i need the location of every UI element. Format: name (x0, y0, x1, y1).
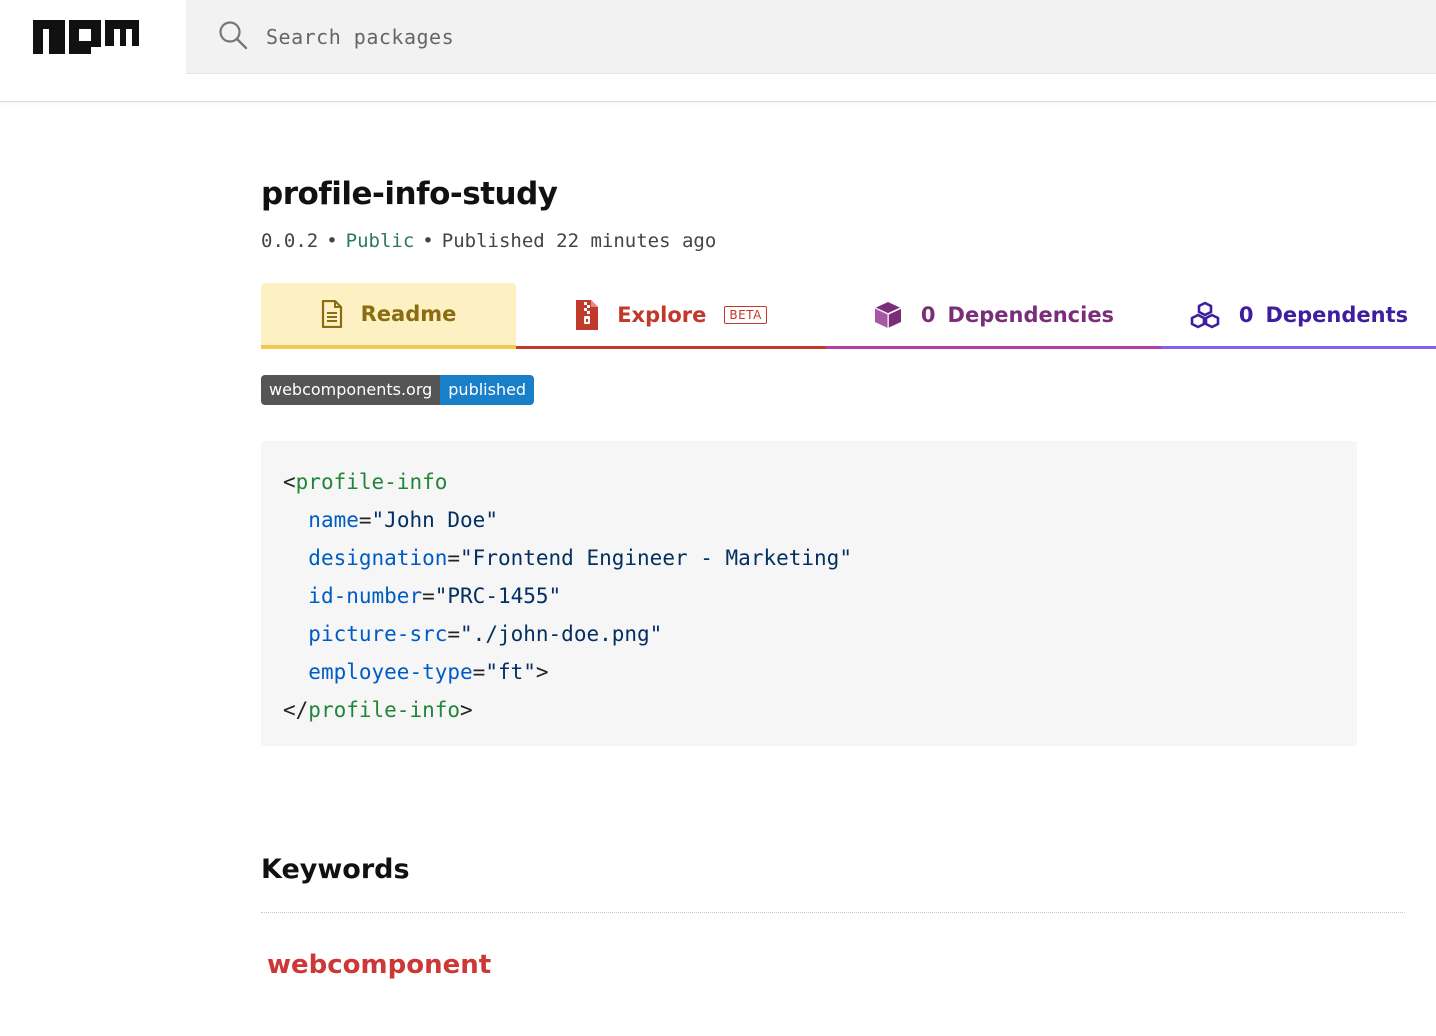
boxes-icon (1190, 301, 1220, 328)
keywords-heading: Keywords (261, 854, 410, 885)
code-line: id-number="PRC-1455" (283, 577, 1335, 615)
tab-dependents[interactable]: 0 Dependents (1161, 283, 1436, 349)
code-token-punc (283, 584, 308, 608)
code-token-attr: name (308, 508, 359, 532)
code-line: </profile-info> (283, 691, 1335, 729)
search-icon (218, 20, 248, 50)
dependencies-count: 0 (920, 302, 936, 327)
package-meta: 0.0.2 • Public • Published 22 minutes ago (261, 230, 716, 252)
file-text-icon (321, 300, 342, 328)
tab-dependencies-label: Dependencies (947, 302, 1115, 327)
box-icon (874, 301, 902, 328)
code-token-punc: = (422, 584, 435, 608)
search-input[interactable] (266, 20, 1066, 54)
code-token-punc: < (283, 470, 296, 494)
code-token-attr: id-number (308, 584, 423, 608)
code-token-str: "Frontend Engineer - Marketing" (460, 546, 852, 570)
code-token-punc (283, 622, 308, 646)
code-token-punc: = (358, 508, 372, 532)
dependents-count: 0 (1238, 302, 1254, 327)
code-token-punc (283, 660, 308, 684)
npm-logo-icon[interactable] (33, 20, 139, 54)
badge-label: webcomponents.org (261, 375, 441, 405)
code-token-attr: employee-type (308, 660, 473, 684)
code-line: employee-type="ft"> (283, 653, 1335, 691)
code-line: <profile-info (283, 463, 1335, 501)
keywords-divider (261, 912, 1405, 913)
code-token-punc: = (472, 660, 486, 684)
code-line: picture-src="./john-doe.png" (283, 615, 1335, 653)
code-token-tag: profile-info (295, 470, 448, 494)
code-token-str: "PRC-1455" (434, 584, 562, 608)
code-line: name="John Doe" (283, 501, 1335, 539)
separator-dot: • (422, 230, 434, 252)
readme-code-block: <profile-info name="John Doe" designatio… (261, 441, 1357, 746)
package-title: profile-info-study (261, 176, 558, 212)
code-token-punc: = (447, 622, 461, 646)
search-bar[interactable] (186, 0, 1436, 74)
zip-file-icon (576, 299, 599, 330)
webcomponents-badge[interactable]: webcomponents.org published (261, 375, 535, 405)
code-token-punc: > (535, 660, 549, 684)
code-token-str: "./john-doe.png" (460, 622, 663, 646)
code-token-punc (283, 508, 308, 532)
code-token-punc: = (447, 546, 461, 570)
badge-status: published (440, 375, 535, 405)
tab-explore[interactable]: Explore BETA (516, 283, 826, 349)
tab-readme-label: Readme (360, 302, 457, 326)
tab-dependents-label: Dependents (1265, 302, 1409, 327)
package-version: 0.0.2 (261, 230, 319, 252)
code-token-punc (283, 546, 308, 570)
package-visibility: Public (345, 230, 415, 252)
package-tabs: Readme Explore BETA 0 Dependencies 0 Dep… (261, 283, 1436, 349)
tab-readme[interactable]: Readme (261, 283, 516, 349)
code-token-tag: profile-info (308, 698, 461, 722)
beta-badge: BETA (724, 305, 767, 324)
code-token-str: "ft" (485, 660, 536, 684)
code-token-attr: picture-src (308, 622, 448, 646)
tab-explore-label: Explore (617, 302, 707, 327)
code-token-attr: designation (308, 546, 448, 570)
separator-dot: • (326, 230, 338, 252)
code-token-str: "John Doe" (371, 508, 498, 532)
code-token-punc: </ (283, 698, 309, 722)
code-line: designation="Frontend Engineer - Marketi… (283, 539, 1335, 577)
code-token-punc: > (460, 698, 473, 722)
site-header (0, 0, 1436, 102)
tab-dependencies[interactable]: 0 Dependencies (826, 283, 1161, 349)
package-published-time: Published 22 minutes ago (441, 230, 717, 252)
keyword-link[interactable]: webcomponent (267, 950, 491, 980)
